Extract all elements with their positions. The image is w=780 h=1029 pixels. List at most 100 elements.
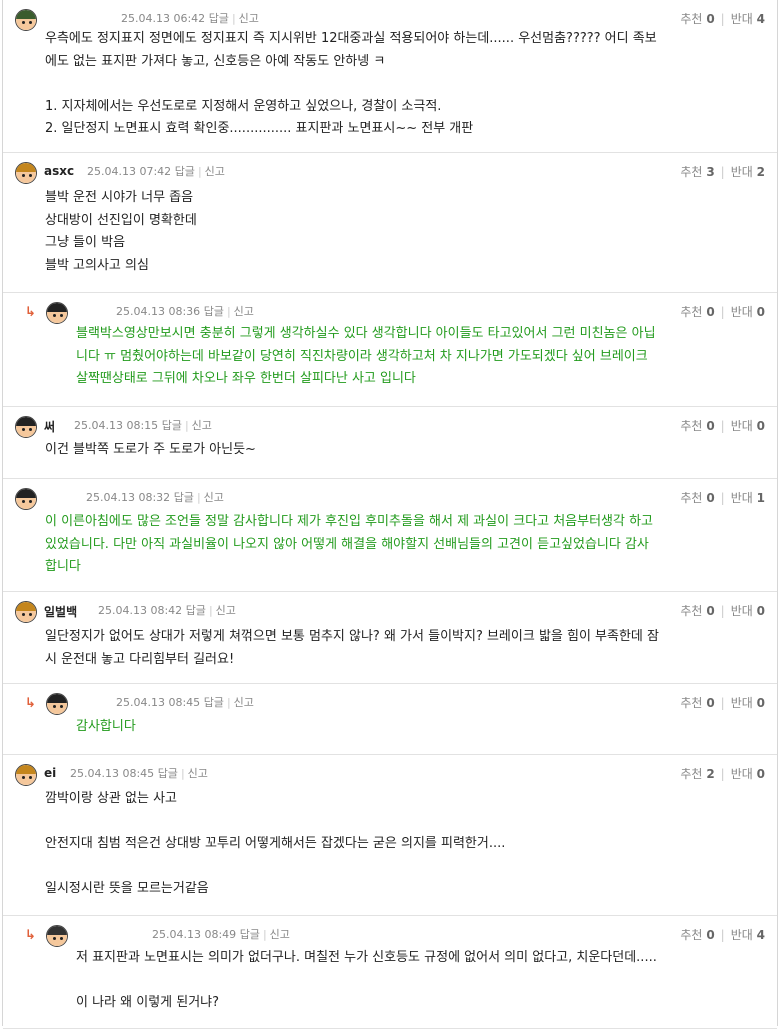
report-link[interactable]: 신고 [192,419,212,432]
oppose-button[interactable]: 반대 [731,12,753,26]
divider: | [720,305,725,319]
comment: 일벌백 25.04.13 08:42 답글 | 신고 추천 0 | 반대 0 일단정지가 없어… [3,592,777,684]
divider: | [226,696,231,709]
avatar-icon[interactable] [15,162,37,184]
oppose-button[interactable]: 반대 [731,491,753,505]
comment-date: 25.04.13 06:42 [121,12,206,25]
avatar-icon[interactable] [15,601,37,623]
divider: | [720,767,725,781]
avatar-icon[interactable] [15,488,37,510]
comment-text: 우측에도 정지표지 정면에도 정지표지 즉 지시위반 12대중과실 적용되어야 … [45,28,657,141]
divider: | [226,305,231,318]
divider: | [720,491,725,505]
oppose-button[interactable]: 반대 [731,767,753,781]
nickname[interactable]: ei [44,766,56,780]
oppose-button[interactable]: 반대 [731,928,753,942]
report-link[interactable]: 신고 [239,12,259,25]
reply-link[interactable]: 답글 [186,604,206,617]
vote-counts: 추천 0 | 반대 4 [680,10,765,27]
nickname[interactable]: asxc [44,164,74,178]
comment-line: 있었습니다. 다만 아직 과실비율이 나오지 않아 어떻게 해결을 해야할지 선… [45,536,649,552]
avatar-icon[interactable] [46,693,68,715]
comment-date: 25.04.13 08:45 [70,767,155,780]
recommend-button[interactable]: 추천 [680,696,702,710]
recommend-count: 3 [706,165,715,179]
comment-line: 이 나라 왜 이렇게 된거냐? [76,995,220,1010]
comment-line: 저 표지판과 노면표시는 의미가 없더구나. 며칠전 누가 신호등도 규정에 없… [76,950,657,965]
comment-meta: 25.04.13 08:45 답글 | 신고 [116,694,254,710]
comment-line [45,73,657,96]
comment-line: 우측에도 정지표지 정면에도 정지표지 즉 지시위반 12대중과실 적용되어야 … [45,31,657,46]
comment-meta: 25.04.13 08:36 답글 | 신고 [116,303,254,319]
report-link[interactable]: 신고 [234,696,254,709]
comment: 25.04.13 08:32 답글 | 신고 추천 0 | 반대 1이 이른아침에도 많은… [3,479,777,592]
comment-text: 이건 블박쪽 도로가 주 도로가 아닌듯~ [45,439,256,462]
avatar-icon[interactable] [46,925,68,947]
oppose-button[interactable]: 반대 [731,604,753,618]
comment-date: 25.04.13 07:42 [87,165,172,178]
comment-line: 시 운전대 놓고 다리힘부터 길러요! [45,651,235,667]
comment-date: 25.04.13 08:45 [116,696,201,709]
recommend-count: 0 [706,928,715,942]
comment-line: 일단정지가 없어도 상대가 저렇게 쳐꺾으면 보통 멈추지 않나? 왜 가서 들… [45,629,659,644]
comment-line: 상대방이 선진입이 명확한데 [45,212,197,228]
report-link[interactable]: 신고 [188,767,208,780]
divider: | [720,604,725,618]
comment-text: 블랙박스영상만보시면 충분히 그렇게 생각하실수 있다 생각합니다 아이들도 타… [76,323,656,391]
reply-link[interactable]: 답글 [204,305,224,318]
comment-line [45,856,505,879]
recommend-count: 0 [706,419,715,433]
reply-link[interactable]: 답글 [204,696,224,709]
avatar-icon[interactable] [15,9,37,31]
report-link[interactable]: 신고 [204,491,224,504]
vote-counts: 추천 0 | 반대 4 [680,926,765,943]
nickname[interactable]: 써 [44,418,55,435]
avatar-icon[interactable] [15,764,37,786]
oppose-button[interactable]: 반대 [731,419,753,433]
avatar-icon[interactable] [46,302,68,324]
recommend-button[interactable]: 추천 [680,165,702,179]
oppose-button[interactable]: 반대 [731,696,753,710]
reply-link[interactable]: 답글 [162,419,182,432]
vote-counts: 추천 0 | 반대 0 [680,694,765,711]
nickname[interactable]: 일벌백 [44,603,77,620]
reply-link[interactable]: 답글 [209,12,229,25]
comment-text: 깜박이랑 상관 없는 사고 안전지대 침범 적은건 상대방 꼬투리 어떻게해서든… [45,788,505,901]
vote-counts: 추천 0 | 반대 0 [680,602,765,619]
recommend-button[interactable]: 추천 [680,419,702,433]
recommend-button[interactable]: 추천 [680,767,702,781]
comment-date: 25.04.13 08:15 [74,419,159,432]
comment-text: 블박 운전 시야가 너무 좁음 상대방이 선진입이 명확한데 그냥 들이 박음 블박 … [45,187,197,277]
oppose-button[interactable]: 반대 [731,305,753,319]
recommend-button[interactable]: 추천 [680,604,702,618]
report-link[interactable]: 신고 [234,305,254,318]
oppose-count: 1 [756,491,765,505]
comment: 써 25.04.13 08:15 답글 | 신고 추천 0 | 반대 0 이건 블박쪽 도로가… [3,407,777,479]
recommend-button[interactable]: 추천 [680,928,702,942]
reply-link[interactable]: 답글 [174,491,194,504]
recommend-button[interactable]: 추천 [680,12,702,26]
comment-line: 안전지대 침범 적은건 상대방 꼬투리 어떻게해서든 잡겠다는 굳은 의지를 피… [45,836,506,851]
reply-arrow-icon: ↳ [25,928,36,943]
report-link[interactable]: 신고 [216,604,236,617]
report-link[interactable]: 신고 [270,928,290,941]
comment-text: 이 이른아침에도 많은 조언들 정말 감사합니다 제가 후진입 후미추돌을 해서… [45,511,653,579]
recommend-button[interactable]: 추천 [680,491,702,505]
report-link[interactable]: 신고 [205,165,225,178]
divider: | [197,165,202,178]
avatar-icon[interactable] [15,416,37,438]
divider: | [720,419,725,433]
reply-link[interactable]: 답글 [158,767,178,780]
recommend-count: 0 [706,305,715,319]
oppose-count: 2 [756,165,765,179]
comment-line: 에도 없는 표지판 가져다 놓고, 신호등은 아예 작동도 안하넹 ㅋ [45,53,386,69]
oppose-button[interactable]: 반대 [731,165,753,179]
oppose-count: 0 [756,696,765,710]
vote-counts: 추천 3 | 반대 2 [680,163,765,180]
reply-link[interactable]: 답글 [175,165,195,178]
recommend-count: 0 [706,491,715,505]
divider: | [208,604,213,617]
recommend-button[interactable]: 추천 [680,305,702,319]
comment: ei 25.04.13 08:45 답글 | 신고 추천 2 | 반대 0 깜박이랑 상관 없… [3,755,777,916]
reply-link[interactable]: 답글 [240,928,260,941]
